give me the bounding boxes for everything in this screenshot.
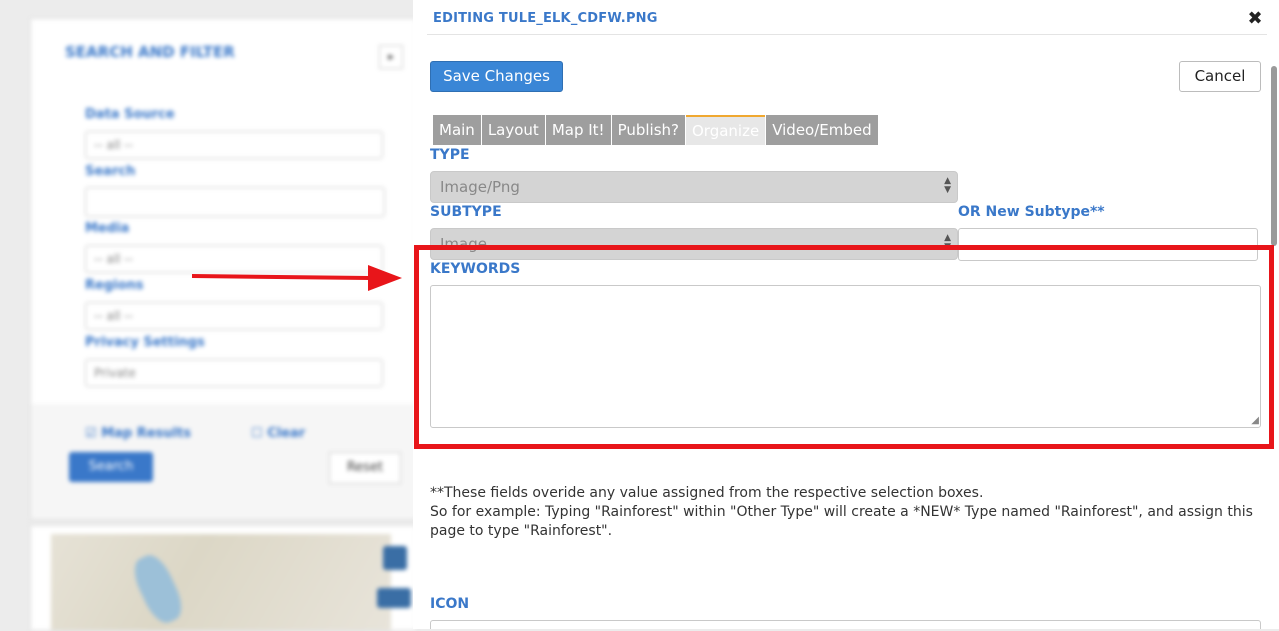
tab-video-embed[interactable]: Video/Embed (766, 115, 878, 145)
right-arrow-icon (191, 265, 402, 291)
keywords-highlight-box (414, 245, 1274, 449)
modal-scrollbar[interactable] (1271, 66, 1277, 246)
tab-organize[interactable]: Organize (686, 115, 766, 145)
clear-label: Clear (267, 426, 306, 441)
search-input[interactable] (85, 187, 385, 217)
search-button[interactable]: Search (69, 452, 153, 482)
tab-publish[interactable]: Publish? (611, 115, 685, 145)
new-subtype-label: OR New Subtype** (958, 204, 1105, 220)
icon-field[interactable] (430, 620, 1261, 629)
map-results-label: Map Results (101, 426, 191, 441)
clear-checkbox[interactable]: ☐ Clear (251, 426, 305, 441)
media-label: Media (85, 221, 130, 236)
type-select[interactable]: Image/Png ▲ ▼ (430, 171, 958, 203)
map-panel (30, 525, 417, 631)
reset-button[interactable]: Reset (329, 452, 401, 484)
data-source-label: Data Source (85, 107, 175, 122)
regions-label: Regions (85, 278, 144, 293)
override-note: **These fields overide any value assigne… (430, 484, 1260, 541)
tab-map-it[interactable]: Map It! (545, 115, 611, 145)
panel-toggle-icon[interactable]: ▸ (379, 45, 403, 69)
map-results-checkbox[interactable]: ☑ Map Results (85, 426, 191, 441)
select-caret-icon: ▲ ▼ (944, 176, 951, 195)
map-edit-icon[interactable] (383, 546, 407, 570)
modal-title: EDITING TULE_ELK_CDFW.PNG (433, 11, 658, 26)
icon-label: ICON (430, 596, 470, 612)
map-lake (127, 550, 189, 628)
map-layer-icon[interactable] (377, 588, 411, 608)
privacy-label: Privacy Settings (85, 335, 205, 350)
search-filter-title: SEARCH AND FILTER (65, 43, 235, 61)
modal-tabs: Main Layout Map It! Publish? Organize Vi… (433, 115, 879, 145)
subtype-label: SUBTYPE (430, 204, 502, 220)
search-label: Search (85, 164, 136, 179)
privacy-select[interactable]: Private (85, 359, 383, 387)
note-line-2: So for example: Typing "Rainforest" with… (430, 504, 1253, 539)
type-label: TYPE (430, 147, 470, 163)
tab-layout[interactable]: Layout (481, 115, 545, 145)
save-changes-button[interactable]: Save Changes (430, 61, 563, 92)
type-value: Image/Png (440, 178, 520, 196)
regions-select[interactable]: -- all -- (85, 302, 383, 330)
tab-main[interactable]: Main (433, 115, 481, 145)
title-divider (427, 34, 1267, 35)
close-icon[interactable]: ✖ (1247, 10, 1263, 28)
map-view[interactable] (51, 534, 391, 630)
cancel-button[interactable]: Cancel (1179, 61, 1261, 92)
note-line-1: **These fields overide any value assigne… (430, 485, 984, 501)
data-source-select[interactable]: -- all -- (85, 131, 383, 159)
